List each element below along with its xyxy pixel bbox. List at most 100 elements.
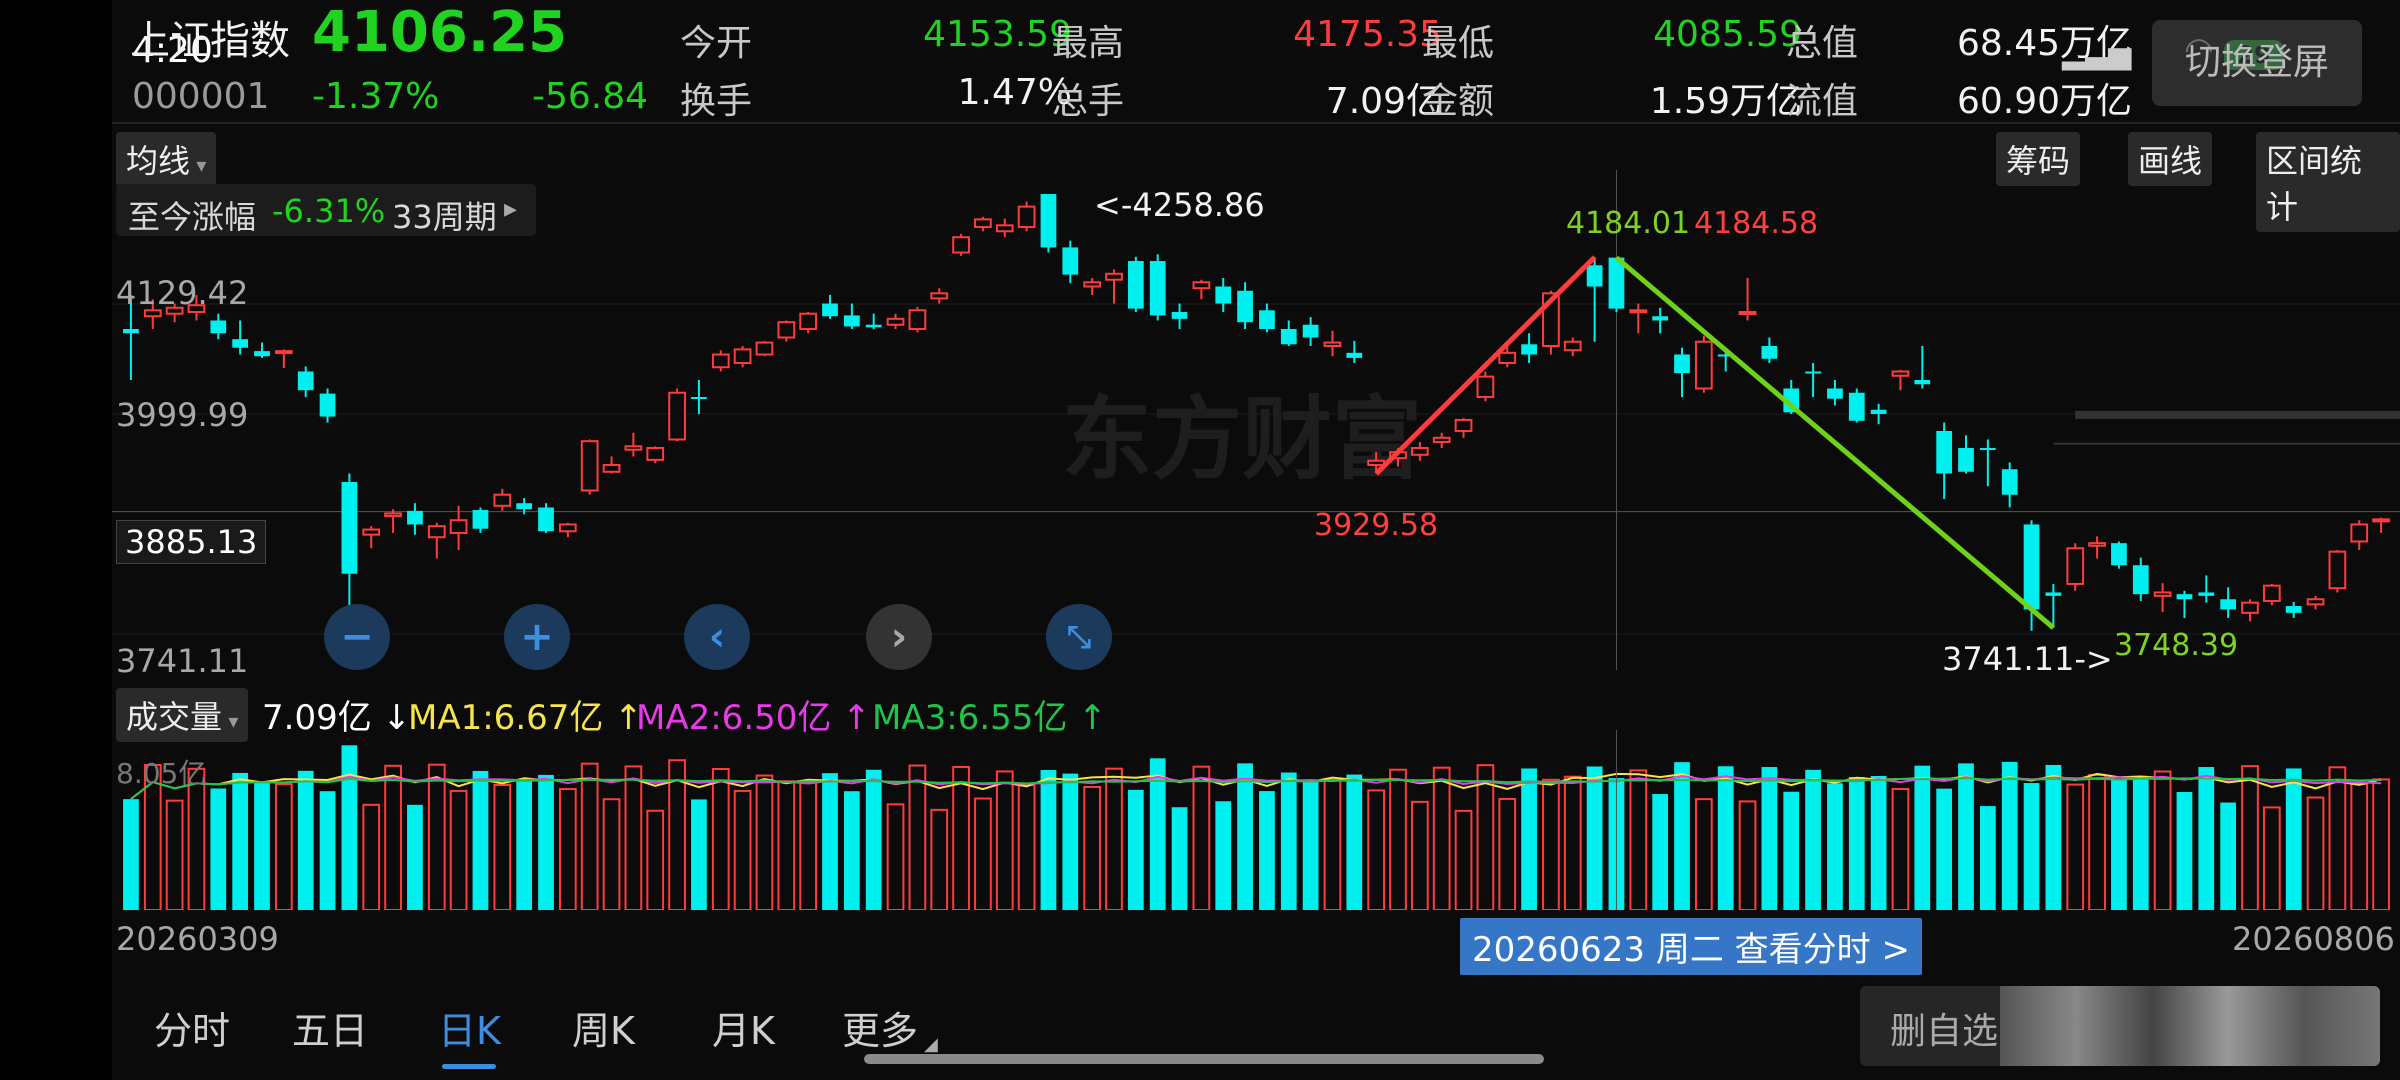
volume-bar [646,809,665,910]
zoom-in-button[interactable]: + [504,604,570,670]
candle-body [822,303,838,317]
candle-body [2088,542,2106,547]
candle-body [2262,584,2281,602]
tab-intraday[interactable]: 分时 [154,1000,230,1055]
x-label-end: 20260806 [2232,920,2395,958]
candle-body [538,507,554,532]
candle-body [602,463,621,473]
tab-weekly[interactable]: 周K [572,1000,635,1055]
home-indicator[interactable] [864,1054,1544,1064]
candle-body [1040,194,1057,248]
volume-bar [755,774,774,910]
volume-bar [1936,788,1953,910]
candle-body [1827,388,1843,399]
volume-bar [930,808,949,910]
candle-body [1652,316,1669,321]
field-label-low: 最低 [1422,23,1495,64]
tab-5day[interactable]: 五日 [292,1000,368,1055]
remove-watchlist-label: 删自选 [1890,1011,1999,1052]
tab-daily[interactable]: 日K [438,1000,501,1055]
volume-bar [1891,787,1910,910]
candle-body [908,309,927,331]
volume-bar [952,765,970,910]
candle-body [711,353,730,369]
volume-bar [602,798,621,910]
candle-body [1586,265,1603,287]
candle-body [1848,392,1865,421]
annotation-high: <-4258.86 [1094,186,1265,224]
candle-body [2111,543,2127,566]
candle-body [2023,524,2040,610]
volume-bar [1521,768,1537,910]
more-caret-icon: ◢ [924,1034,938,1055]
field-label-volume: 总手 [1052,81,1125,122]
candle-body [1979,447,1996,450]
volume-bar [1738,800,1757,910]
signal-icon: ▂▃▅ [2062,36,2132,71]
volume-bar [2220,802,2237,910]
zoom-out-button[interactable]: − [324,604,390,670]
volume-bar [2328,766,2347,910]
volume-bar [1259,791,1275,910]
blurred-region [2000,986,2380,1066]
candle-body [516,503,533,510]
volume-bar [2176,791,2193,910]
candle-body [1171,312,1188,319]
field-label-float: 流值 [1786,81,1859,122]
y-label-bottom: 3741.11 [116,642,249,680]
crosshair-date-tip[interactable]: 20260623 周二 查看分时 > [1460,918,1922,975]
volume-bar [843,791,860,910]
candle-body [1237,290,1253,323]
scroll-right-button[interactable]: › [866,604,932,670]
candle-body [1192,281,1211,290]
volume-bar [1476,764,1495,910]
volume-bar [580,762,599,910]
volume-bar [1062,773,1079,910]
volume-bar [691,799,707,910]
collapse-icon[interactable]: ⤡ [1046,604,1112,670]
candlestick-chart[interactable]: 东方财富 [112,170,2400,670]
candle-body [995,224,1014,233]
volume-bar [2350,782,2369,910]
candle-body [2285,606,2302,613]
field-value-volume: 7.09亿 [1325,81,1442,122]
field-label-mktcap: 总值 [1786,23,1859,64]
candle-body [2001,469,2018,495]
candle-body [407,510,423,525]
volume-bar [908,764,927,910]
candle-body [624,445,643,451]
candle-body [449,519,468,534]
volume-chart[interactable] [112,730,2400,910]
volume-bar [1083,785,1102,910]
volume-bar [2153,770,2172,910]
volume-bar [407,804,423,910]
scroll-left-button[interactable]: ‹ [684,604,750,670]
volume-bar [1323,778,1342,910]
switch-screen-button[interactable]: 切换登屏 [2152,20,2362,106]
index-price: 4106.25 [312,0,568,65]
tab-more[interactable]: 更多 [842,1000,918,1055]
tab-monthly[interactable]: 月K [712,1000,775,1055]
candle-body [341,481,358,574]
field-label-turnover: 换手 [680,81,753,122]
volume-bar [995,770,1014,910]
volume-bar [624,765,643,910]
volume-bar [558,788,577,910]
candle-body [1476,375,1495,398]
volume-bar [1542,778,1560,910]
volume-bar [1280,772,1297,910]
candle-body [1215,286,1232,304]
field-value-open: 4153.59 [923,14,1072,55]
remove-watchlist-button[interactable]: 删自选 [1860,986,2380,1066]
volume-bar [2045,764,2062,910]
change-pct: -1.37% [312,76,440,117]
candle-body [1936,430,1953,474]
volume-bar [165,799,184,910]
volume-bar [1215,801,1232,910]
candle-body [2176,594,2193,600]
volume-bar [1171,807,1188,910]
index-code: 000001 [132,76,270,117]
candle-body [123,329,139,334]
candle-body [2306,598,2325,606]
volume-bar [1410,800,1429,910]
